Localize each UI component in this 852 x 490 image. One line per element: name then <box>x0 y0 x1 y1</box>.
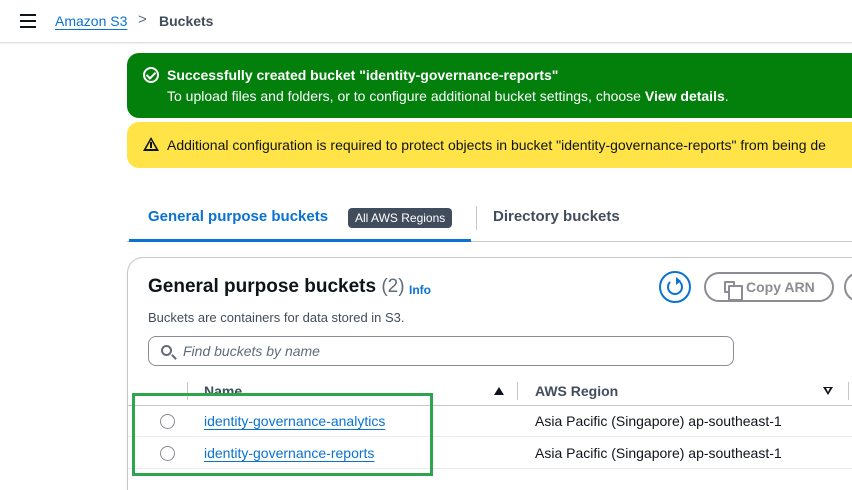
column-header-name[interactable]: Name <box>204 383 242 399</box>
left-gutter <box>0 44 127 490</box>
breadcrumb-buckets: Buckets <box>159 13 214 29</box>
column-divider <box>187 382 188 400</box>
success-desc-text: To upload files and folders, or to confi… <box>167 88 645 104</box>
success-title: Successfully created bucket "identity-go… <box>167 67 559 83</box>
copy-arn-button[interactable]: Copy ARN <box>704 272 834 302</box>
breadcrumb-amazon-s3[interactable]: Amazon S3 <box>55 13 127 29</box>
warning-text: Additional configuration is required to … <box>167 137 826 153</box>
column-divider[interactable] <box>517 382 518 400</box>
success-description: To upload files and folders, or to confi… <box>167 88 729 104</box>
warning-flash-banner: Additional configuration is required to … <box>127 122 852 168</box>
column-header-region[interactable]: AWS Region <box>535 383 618 399</box>
table-row: identity-governance-reports Asia Pacific… <box>128 438 852 469</box>
panel-description: Buckets are containers for data stored i… <box>148 310 405 325</box>
more-actions-button[interactable] <box>844 272 852 302</box>
bucket-region: Asia Pacific (Singapore) ap-southeast-1 <box>535 445 782 461</box>
tab-general-purpose-label: General purpose buckets <box>148 208 329 225</box>
search-bar <box>148 336 734 366</box>
table-row: identity-governance-analytics Asia Pacif… <box>128 406 852 437</box>
panel-title-text: General purpose buckets <box>148 276 377 297</box>
bucket-name-link[interactable]: identity-governance-reports <box>204 445 374 461</box>
view-details-label: View details <box>644 88 725 104</box>
row-select-radio[interactable] <box>160 446 175 461</box>
chevron-right-icon: > <box>138 11 147 28</box>
success-flash-banner: Successfully created bucket "identity-go… <box>127 53 852 118</box>
panel-title: General purpose buckets (2) <box>148 276 405 298</box>
column-divider[interactable] <box>848 382 849 400</box>
success-desc-period: . <box>724 88 729 104</box>
sort-ascending-icon[interactable] <box>494 387 504 395</box>
tab-divider <box>476 206 477 230</box>
bucket-count: (2) <box>381 276 405 297</box>
copy-icon <box>724 281 743 301</box>
copy-arn-label: Copy ARN <box>746 279 815 295</box>
refresh-button[interactable] <box>659 271 691 303</box>
info-link[interactable]: Info <box>409 283 431 297</box>
sort-descending-icon[interactable] <box>823 387 833 395</box>
menu-icon[interactable] <box>20 14 36 28</box>
tab-directory-buckets[interactable]: Directory buckets <box>493 208 620 225</box>
search-icon <box>161 345 172 356</box>
bucket-name-link[interactable]: identity-governance-analytics <box>204 413 385 429</box>
search-input[interactable] <box>183 341 723 361</box>
all-regions-badge: All AWS Regions <box>348 208 453 228</box>
buckets-panel: General purpose buckets (2) Info Buckets… <box>127 257 852 490</box>
check-circle-icon <box>143 67 159 83</box>
refresh-arrow <box>676 277 681 285</box>
warning-icon-mark <box>150 142 152 148</box>
table-header: Name AWS Region <box>128 376 852 406</box>
row-select-radio[interactable] <box>160 414 175 429</box>
bucket-type-tabs: General purpose buckets All AWS Regions … <box>127 198 852 242</box>
bucket-region: Asia Pacific (Singapore) ap-southeast-1 <box>535 413 782 429</box>
tab-general-purpose-buckets[interactable]: General purpose buckets All AWS Regions <box>129 198 471 242</box>
top-navigation-bar: Amazon S3 > Buckets <box>0 0 852 43</box>
